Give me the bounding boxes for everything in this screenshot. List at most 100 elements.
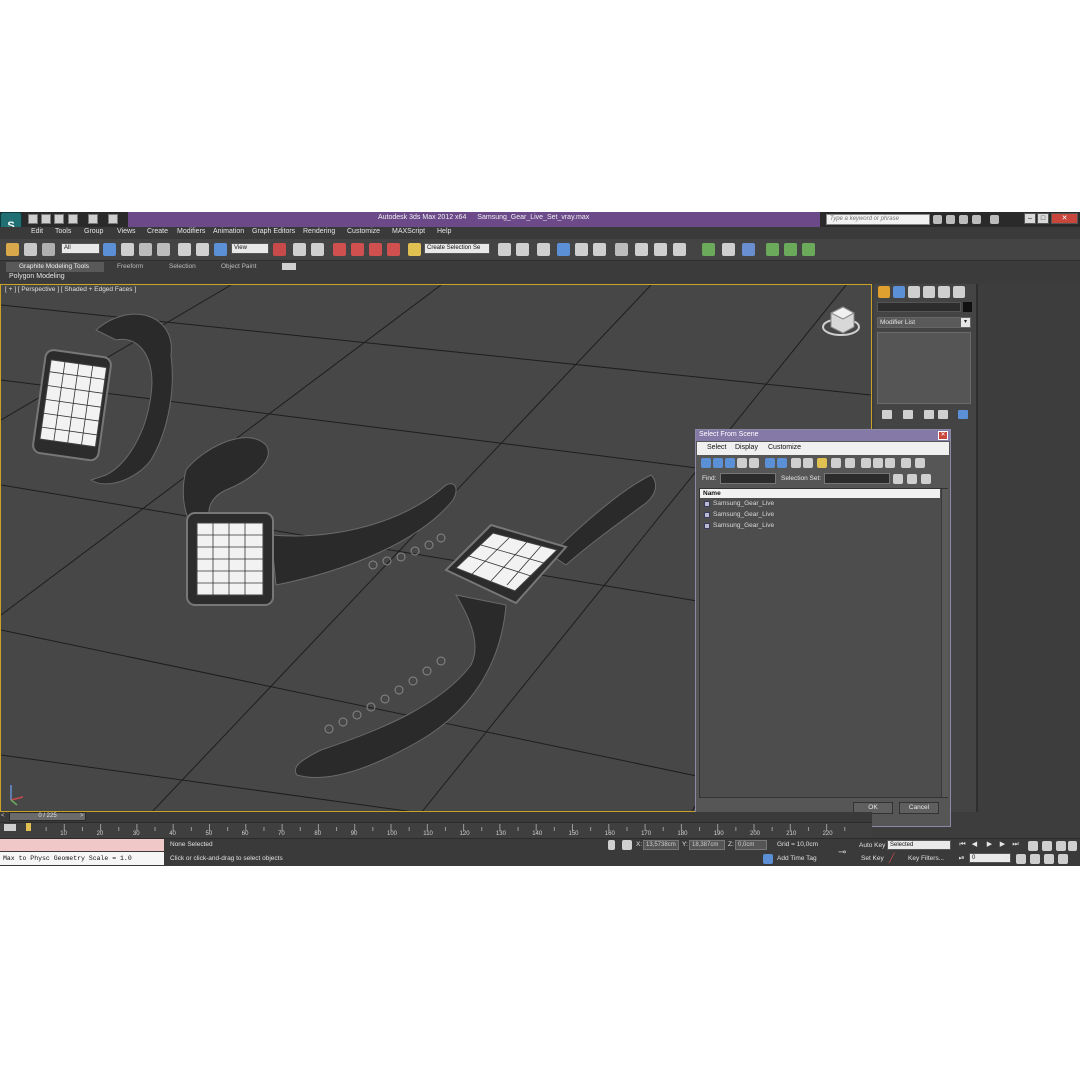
select-all-icon[interactable] (861, 458, 871, 468)
orbit-icon[interactable] (1044, 854, 1054, 864)
menu-maxscript[interactable]: MAXScript (392, 228, 425, 235)
dialog-menu-display[interactable]: Display (735, 444, 758, 451)
modify-tab-icon[interactable] (893, 286, 905, 298)
viewport-label-menu[interactable]: [ + ] [ Perspective ] [ Shaded + Edged F… (5, 286, 136, 293)
angle-snap-icon[interactable] (351, 243, 364, 256)
next-frame-icon[interactable]: ▶ (998, 840, 1007, 849)
menu-group[interactable]: Group (84, 228, 103, 235)
y-coord-field[interactable]: 18,387cm (689, 840, 725, 850)
menu-modifiers[interactable]: Modifiers (177, 228, 205, 235)
menu-tools[interactable]: Tools (55, 228, 71, 235)
x-coord-field[interactable]: 13,5738cm (643, 840, 679, 850)
find-input[interactable] (720, 473, 776, 484)
plugin-tool-5-icon[interactable] (784, 243, 797, 256)
time-slider-next-icon[interactable]: > (80, 813, 84, 819)
maxscript-listener-input[interactable] (0, 839, 164, 851)
spinner-snap-icon[interactable] (387, 243, 400, 256)
menu-edit[interactable]: Edit (31, 228, 43, 235)
render-setup-icon[interactable] (635, 243, 648, 256)
time-slider[interactable]: 0 / 225 (9, 812, 86, 821)
tab-selection[interactable]: Selection (169, 262, 196, 272)
reference-coordinate-dropdown[interactable]: View (231, 243, 269, 254)
subscription-center-icon[interactable] (946, 215, 955, 224)
track-bar[interactable]: 10 20 30 40 50 60 70 80 90 100 110 120 130 140 150 160 1… (0, 822, 872, 838)
time-configuration-icon[interactable]: ⚙ (1002, 854, 1011, 863)
pin-stack-icon[interactable] (882, 410, 892, 419)
new-file-icon[interactable] (28, 214, 38, 224)
display-all-icon[interactable] (817, 458, 827, 468)
plugin-tool-4-icon[interactable] (766, 243, 779, 256)
display-space-warps-icon[interactable] (765, 458, 775, 468)
redo-icon[interactable] (88, 214, 98, 224)
cancel-button[interactable]: Cancel (899, 802, 939, 814)
menu-graph-editors[interactable]: Graph Editors (252, 228, 295, 235)
undo-icon[interactable] (68, 214, 78, 224)
select-and-rotate-icon[interactable] (196, 243, 209, 256)
select-and-scale-icon[interactable] (214, 243, 227, 256)
menu-customize[interactable]: Customize (347, 228, 380, 235)
graphite-modeling-toggle-icon[interactable] (557, 243, 570, 256)
modifier-stack[interactable] (877, 332, 971, 404)
auto-key-button[interactable]: Auto Key (859, 842, 885, 849)
sync-selection-icon[interactable] (915, 458, 925, 468)
previous-frame-icon[interactable]: ◀ (970, 840, 979, 849)
select-invert-icon[interactable] (885, 458, 895, 468)
tab-graphite-modeling-tools[interactable]: Graphite Modeling Tools (6, 262, 104, 272)
select-and-move-icon[interactable] (178, 243, 191, 256)
select-by-name-icon[interactable] (121, 243, 134, 256)
play-animation-icon[interactable]: ▶ (985, 840, 994, 849)
zoom-icon[interactable] (1028, 841, 1038, 851)
communication-center-icon[interactable] (959, 215, 968, 224)
use-pivot-center-icon[interactable] (273, 243, 286, 256)
schematic-view-icon[interactable] (593, 243, 606, 256)
keyboard-shortcut-override-icon[interactable] (311, 243, 324, 256)
modifier-list-dropdown[interactable]: Modifier List ▾ (877, 317, 971, 328)
favorites-star-icon[interactable] (972, 215, 981, 224)
maximize-viewport-icon[interactable] (1058, 854, 1068, 864)
dialog-title-bar[interactable]: Select From Scene ✕ (696, 430, 950, 441)
window-crossing-icon[interactable] (157, 243, 170, 256)
selection-set-dropdown[interactable] (824, 473, 890, 484)
select-none-icon[interactable] (873, 458, 883, 468)
selection-filter-dropdown[interactable]: All (61, 243, 100, 254)
save-file-icon[interactable] (54, 214, 64, 224)
object-color-swatch[interactable] (963, 302, 972, 312)
selection-lock-icon[interactable] (608, 840, 615, 850)
edit-named-selection-icon[interactable] (408, 243, 421, 256)
display-shapes-icon[interactable] (713, 458, 723, 468)
layer-manager-icon[interactable] (537, 243, 550, 256)
remove-selection-set-icon[interactable] (921, 474, 931, 484)
plugin-tool-3-icon[interactable] (742, 243, 755, 256)
key-filters-button[interactable]: Key Filters... (908, 855, 944, 862)
tab-object-paint[interactable]: Object Paint (221, 262, 256, 272)
zoom-all-icon[interactable] (1042, 841, 1052, 851)
menu-rendering[interactable]: Rendering (303, 228, 335, 235)
display-geometry-icon[interactable] (701, 458, 711, 468)
material-editor-icon[interactable] (615, 243, 628, 256)
dialog-menu-select[interactable]: Select (707, 444, 726, 451)
current-frame-marker[interactable] (26, 823, 31, 831)
rendered-frame-window-icon[interactable] (654, 243, 667, 256)
render-production-icon[interactable] (673, 243, 686, 256)
filter-icon[interactable] (901, 458, 911, 468)
display-lights-icon[interactable] (725, 458, 735, 468)
zoom-extents-icon[interactable] (1056, 841, 1066, 851)
add-time-tag-button[interactable]: Add Time Tag (777, 855, 817, 862)
snaps-toggle-icon[interactable] (333, 243, 346, 256)
zoom-extents-all-icon[interactable] (1068, 841, 1077, 851)
display-bones-icon[interactable] (803, 458, 813, 468)
menu-views[interactable]: Views (117, 228, 136, 235)
minimize-button[interactable]: – (1024, 213, 1036, 224)
help-icon[interactable] (990, 215, 999, 224)
add-selection-set-icon[interactable] (907, 474, 917, 484)
show-end-result-icon[interactable] (903, 410, 913, 419)
column-header-name[interactable]: Name (700, 489, 940, 498)
rectangular-selection-icon[interactable] (139, 243, 152, 256)
percent-snap-icon[interactable] (369, 243, 382, 256)
utilities-tab-icon[interactable] (953, 286, 965, 298)
plugin-tool-1-icon[interactable] (702, 243, 715, 256)
default-in-out-tangents-icon[interactable]: ⊸ (838, 847, 846, 858)
go-to-start-icon[interactable]: ⏮ (958, 840, 967, 849)
curve-editor-icon[interactable] (575, 243, 588, 256)
list-item[interactable]: Samsung_Gear_Live (702, 510, 938, 520)
